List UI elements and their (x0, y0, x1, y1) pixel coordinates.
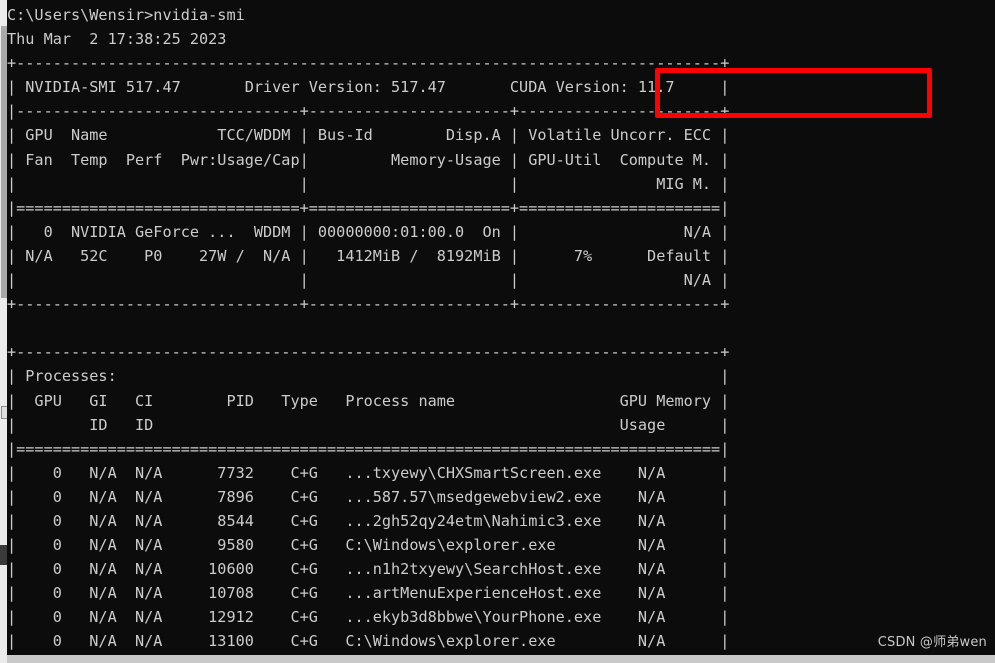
nvidia-smi-output: C:\Users\Wensir>nvidia-smi Thu Mar 2 17:… (7, 6, 730, 651)
console-window[interactable]: C:\Users\Wensir>nvidia-smi Thu Mar 2 17:… (7, 0, 995, 655)
console-bottom-edge (7, 655, 995, 663)
csdn-watermark: CSDN @师弟wen (877, 635, 987, 650)
screenshot-root: C:\Users\Wensir>nvidia-smi Thu Mar 2 17:… (0, 0, 995, 663)
